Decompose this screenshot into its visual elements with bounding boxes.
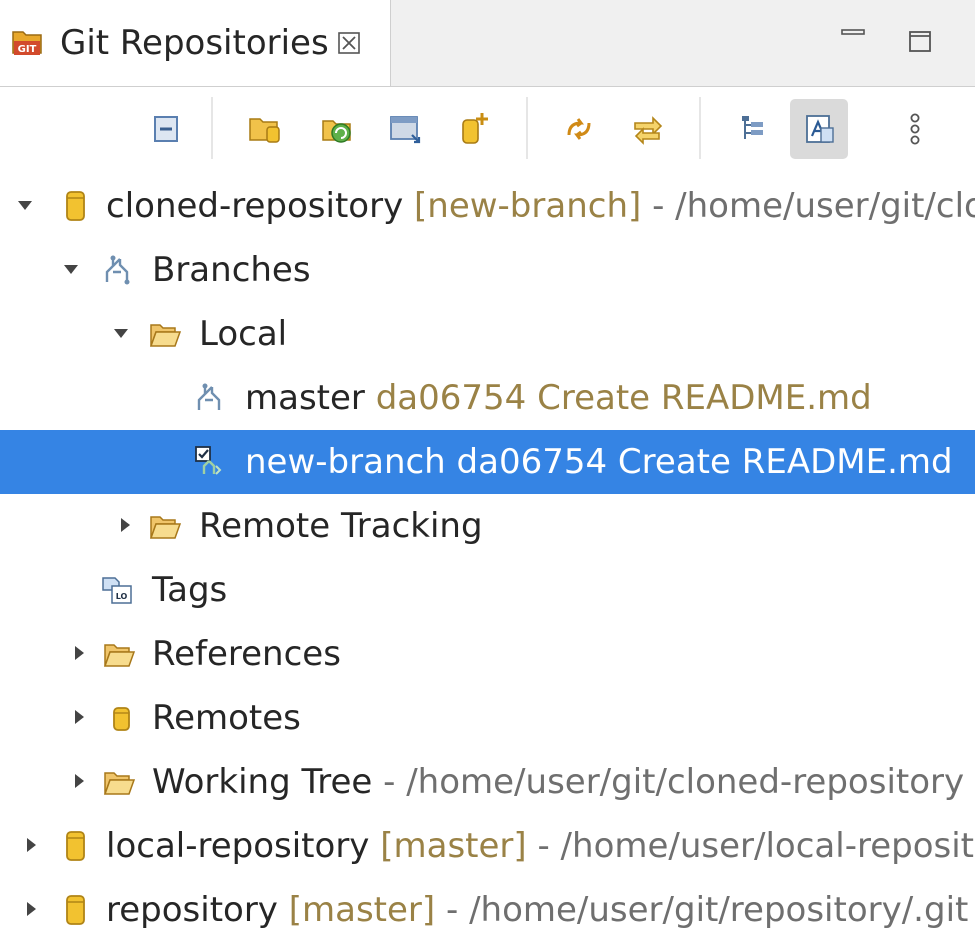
add-existing-repository-icon [249, 118, 280, 143]
refresh-icon [567, 118, 591, 140]
repository-name: local-repository [106, 826, 370, 866]
tree-item-branch-master[interactable]: master da06754 Create README.md [0, 366, 975, 430]
commit-decoration: da06754 Create README.md [456, 442, 953, 482]
branch-name: master [245, 378, 365, 418]
tree-item-remotes[interactable]: Remotes [0, 686, 975, 750]
collapsed-arrow-icon[interactable] [70, 772, 88, 790]
maximize-icon[interactable] [903, 24, 937, 58]
close-icon[interactable] [336, 30, 362, 56]
tree-label: Remotes [152, 698, 301, 738]
tree-label: Branches [152, 250, 311, 290]
tree-item-local-repository[interactable]: local-repository [master] - /home/user/l… [0, 814, 975, 878]
tree-item-branch-new-branch[interactable]: new-branch da06754 Create README.md [0, 430, 975, 494]
expanded-arrow-icon[interactable] [16, 196, 34, 214]
repository-path: - /home/user/git/cloned-repository/.git [652, 186, 975, 226]
add-existing-repository-button[interactable] [236, 99, 294, 159]
tree-item-tags[interactable]: LO Tags [0, 558, 975, 622]
collapsed-arrow-icon[interactable] [116, 516, 134, 534]
tree-item-cloned-repository[interactable]: cloned-repository [new-branch] - /home/u… [0, 174, 975, 238]
repository-icon [66, 895, 85, 925]
tree-label: Remote Tracking [199, 506, 483, 546]
minimize-icon[interactable] [836, 24, 870, 58]
folder-open-icon [103, 772, 136, 795]
folder-open-icon [149, 516, 182, 539]
repository-icon [66, 831, 85, 861]
branch-decoration: [new-branch] [414, 186, 642, 226]
link-with-editor-icon [806, 115, 834, 143]
collapsed-arrow-icon[interactable] [22, 900, 40, 918]
branch-decoration: [master] [288, 890, 436, 930]
git-repositories-tab[interactable]: GIT Git Repositories [0, 0, 391, 86]
branch-icon [197, 383, 221, 410]
branch-decoration: [master] [380, 826, 527, 866]
tree-label: Working Tree [152, 762, 373, 802]
tree-item-remote-tracking[interactable]: Remote Tracking [0, 494, 975, 558]
remote-repository-icon [113, 707, 130, 731]
view-title: Git Repositories [60, 23, 329, 63]
working-tree-path: - /home/user/git/cloned-repository [383, 762, 965, 802]
create-repository-icon [462, 113, 488, 144]
checked-out-branch-icon [195, 446, 222, 475]
create-repository-button[interactable] [444, 99, 502, 159]
clone-repository-icon [322, 120, 351, 143]
clone-repository-button[interactable] [309, 99, 367, 159]
collapse-all-button[interactable] [137, 99, 195, 159]
tree-item-local[interactable]: Local [0, 302, 975, 366]
import-projects-button[interactable] [376, 99, 434, 159]
import-projects-icon [390, 116, 421, 144]
tree-item-branches[interactable]: Branches [0, 238, 975, 302]
tree-item-working-tree[interactable]: Working Tree - /home/user/git/cloned-rep… [0, 750, 975, 814]
hierarchical-branch-layout-icon [742, 116, 763, 139]
view-toolbar [0, 87, 975, 171]
commit-decoration: da06754 Create README.md [375, 378, 872, 418]
repository-icon [66, 191, 85, 221]
branch-name: new-branch [245, 442, 446, 482]
repository-path: - /home/user/local-repository/.git [537, 826, 975, 866]
expanded-arrow-icon[interactable] [112, 324, 130, 342]
svg-text:LO: LO [116, 592, 128, 601]
link-with-selection-icon [634, 116, 663, 145]
repositories-tree[interactable]: cloned-repository [new-branch] - /home/u… [0, 171, 975, 933]
view-menu-icon [910, 113, 920, 145]
repository-path: - /home/user/git/repository/.git [446, 890, 969, 930]
tree-label: References [152, 634, 341, 674]
collapsed-arrow-icon[interactable] [70, 708, 88, 726]
collapsed-arrow-icon[interactable] [22, 836, 40, 854]
view-menu-button[interactable] [885, 99, 945, 159]
repository-name: cloned-repository [106, 186, 404, 226]
expanded-arrow-icon[interactable] [62, 260, 80, 278]
link-with-selection-button[interactable] [618, 99, 676, 159]
link-with-editor-button[interactable] [790, 99, 848, 159]
refresh-button[interactable] [550, 99, 608, 159]
tree-item-repository[interactable]: repository [master] - /home/user/git/rep… [0, 878, 975, 933]
folder-open-icon [103, 644, 136, 667]
collapsed-arrow-icon[interactable] [70, 644, 88, 662]
tags-icon: LO [102, 577, 132, 604]
git-repositories-icon: GIT [9, 24, 45, 60]
tree-label: Local [199, 314, 288, 354]
repository-name: repository [106, 890, 278, 930]
branches-icon [105, 255, 130, 285]
folder-open-icon [149, 324, 182, 347]
hierarchical-branch-layout-button[interactable] [724, 99, 782, 159]
tree-item-references[interactable]: References [0, 622, 975, 686]
svg-text:GIT: GIT [18, 44, 37, 55]
collapse-all-icon [154, 116, 178, 142]
tree-label: Tags [152, 570, 228, 610]
view-tab-bar: GIT Git Repositories [0, 0, 975, 87]
